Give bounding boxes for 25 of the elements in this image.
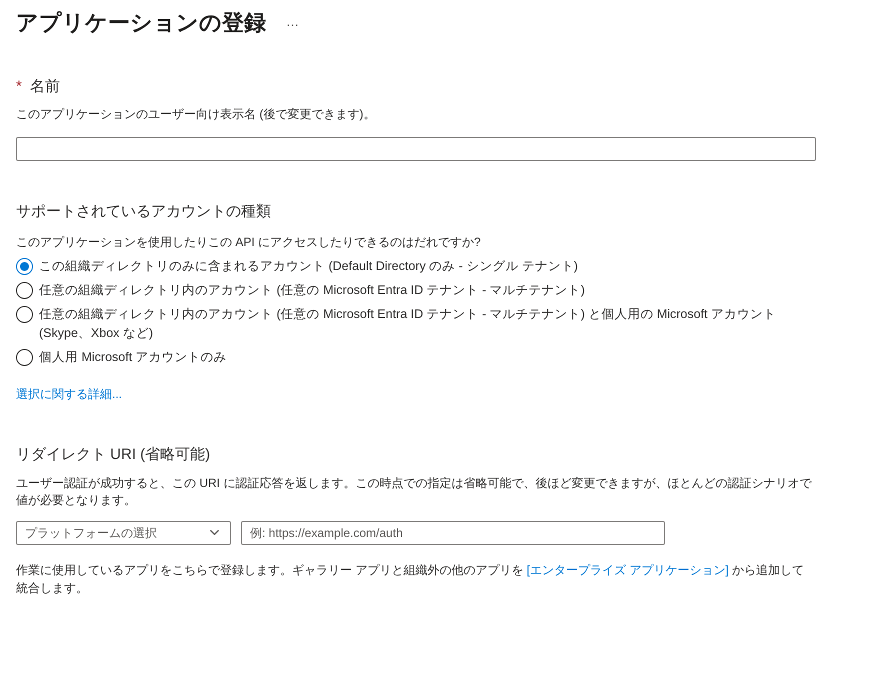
radio-button[interactable] [16,258,33,275]
section-question: このアプリケーションを使用したりこの API にアクセスしたりできるのはだれですか? [16,234,482,251]
section-heading: リダイレクト URI (省略可能) [16,445,212,465]
section-description: ユーザー認証が成功すると、この URI に認証応答を返します。この時点での指定は省略可能で、後ほど変更できますが、ほとんどの認証シナリオで値が必要となります。 [16,474,813,508]
section-heading: サポートされているアカウントの種類 [16,202,272,222]
radio-button[interactable] [16,282,33,299]
radio-button[interactable] [16,349,33,366]
radio-option[interactable]: 任意の組織ディレクトリ内のアカウント (任意の Microsoft Entra ID テナント - マルチテナント) [16,281,816,300]
platform-dropdown[interactable]: プラットフォームの選択 [16,520,231,544]
details-link[interactable]: 選択に関する詳細... [16,385,122,403]
more-options[interactable]: … [286,12,299,32]
page-title: アプリケーションの登録 [16,8,266,36]
radio-button[interactable] [16,306,33,323]
radio-option[interactable]: この組織ディレクトリのみに含まれるアカウント (Default Directory のみ - シングル テナント) [16,257,816,276]
radio-label: この組織ディレクトリのみに含まれるアカウント (Default Directory のみ - シングル テナント) [39,258,578,275]
footer-text: 作業に使用しているアプリをこちらで登録します。ギャラリー アプリと組織外の他のアプリを [エンタープライズ アプリケーション] から追加して統合します。 [16,562,806,596]
required-mark: * [16,77,22,97]
name-field[interactable] [16,136,816,160]
radio-label: 個人用 Microsoft アカウントのみ [39,349,227,366]
radio-label: 任意の組織ディレクトリ内のアカウント (任意の Microsoft Entra ID テナント - マルチテナント) [39,282,585,299]
radio-option[interactable]: 個人用 Microsoft アカウントのみ [16,348,816,367]
uri-field[interactable]: 例: https://example.com/auth [241,520,665,544]
enterprise-apps-link[interactable]: [エンタープライズ アプリケーション] [526,562,729,576]
field-label: 名前 [30,77,60,97]
field-description: このアプリケーションのユーザー向け表示名 (後で変更できます)。 [16,106,376,122]
